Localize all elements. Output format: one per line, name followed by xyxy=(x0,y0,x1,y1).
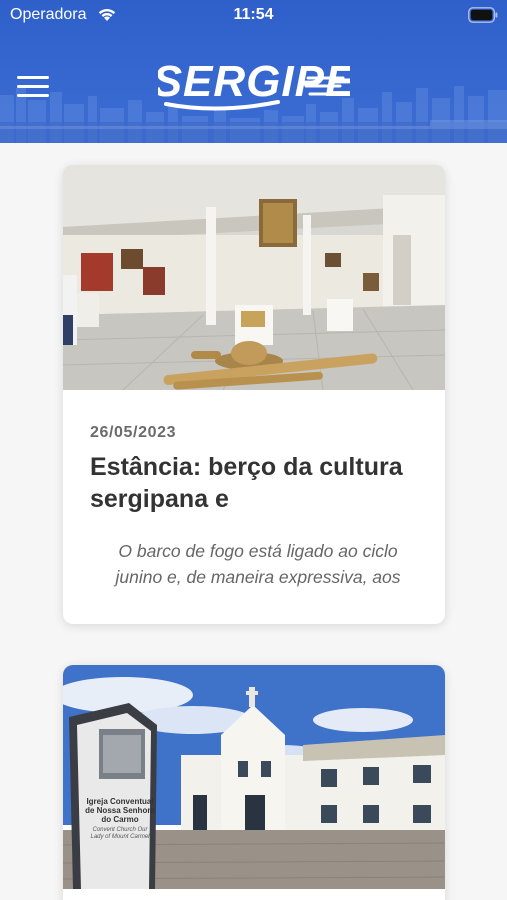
article-date: 26/05/2023 xyxy=(90,424,177,441)
excerpt-fade xyxy=(63,583,445,597)
sign-text: Igreja Conventual de Nossa Senhora do Ca… xyxy=(85,797,155,824)
app-header: Operadora 11:54 SERGIPE xyxy=(0,0,507,143)
hamburger-menu-icon[interactable] xyxy=(17,74,51,98)
status-time: 11:54 xyxy=(233,6,274,23)
sign-subtext: Convent Church Our Lady of Mount Carmel xyxy=(90,827,150,840)
sergipe-logo[interactable]: SERGIPE xyxy=(158,44,350,116)
colonial-church-photo xyxy=(63,665,445,889)
status-bar: Operadora 11:54 xyxy=(0,0,507,30)
article-card[interactable]: 26/05/2023 Estância: berço da cultura se… xyxy=(63,165,445,624)
museum-exhibition-photo xyxy=(63,165,445,390)
article-card[interactable]: Igreja Conventual de Nossa Senhora do Ca… xyxy=(63,665,445,900)
battery-icon xyxy=(468,7,498,23)
article-title[interactable]: Estância: berço da cultura sergipana e xyxy=(90,451,420,515)
app-screen: Operadora 11:54 SERGIPE 26/05/2023 Estân… xyxy=(0,0,507,900)
logo-text: SERGIPE xyxy=(158,57,350,106)
